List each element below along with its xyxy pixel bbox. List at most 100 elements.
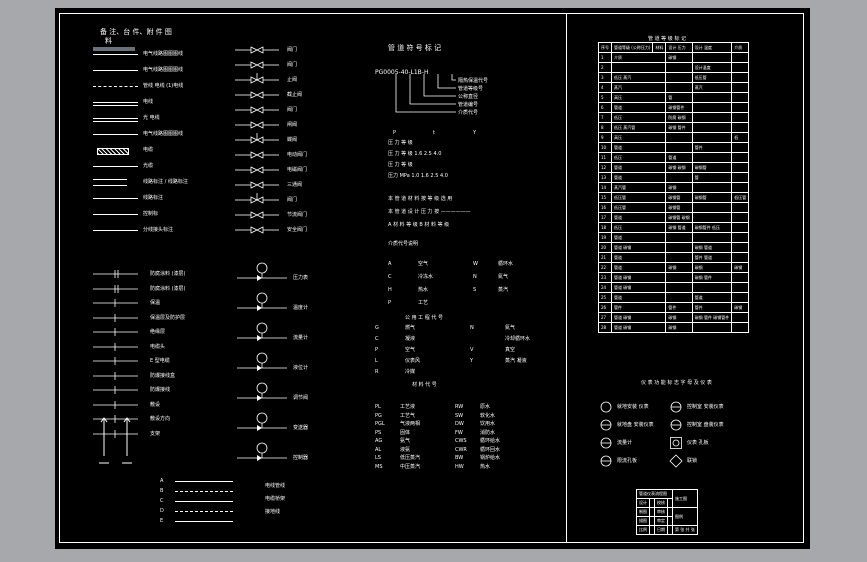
instrument-bubble-icon	[669, 454, 683, 468]
fitting-label: 绝缘层	[150, 329, 166, 335]
instrument-type-label: 控制室 安装仪表	[687, 404, 724, 410]
grade-table-cell: 管道	[610, 142, 667, 153]
medium-cell: 蒸汽	[498, 287, 509, 293]
material-cell: PG	[375, 412, 382, 419]
table-row: 1 介质 碳钢	[598, 52, 750, 63]
medium-cell: 循环水	[498, 261, 514, 267]
grade-table-cell	[665, 292, 693, 303]
grade-table-cell: 管道	[610, 212, 667, 223]
grade-table-cell: 碳钢管件	[665, 102, 693, 113]
grade-table-cell: 碳钢	[665, 312, 693, 323]
fitting-label: 支架	[150, 430, 161, 437]
material-cell: 中压蒸汽	[400, 463, 421, 470]
valve-icon	[235, 106, 279, 114]
line-type-label: 电气线路图图图线	[143, 67, 184, 73]
grade-table-cell: 15	[598, 192, 612, 203]
grade-table-cell	[665, 282, 693, 293]
grade-table-cell: 管件 管道	[691, 252, 733, 263]
mark-letter: B	[160, 488, 164, 494]
grade-table-cell: 碳钢 管道	[691, 242, 733, 253]
grade-table-cell	[731, 272, 750, 283]
grade-table-cell	[691, 182, 733, 193]
grade-table-cell: 碳钢	[731, 302, 750, 313]
utility-cell: 仪表风	[405, 358, 421, 364]
line-sample	[93, 134, 138, 135]
grade-table-cell: 蒸汽管	[610, 182, 667, 193]
fitting-label: 防爆接线盒	[150, 372, 176, 379]
utility-cell: G	[375, 325, 379, 331]
grade-table-cell	[665, 252, 693, 263]
grade-table-cell	[731, 52, 750, 63]
grade-table-cell: 碳钢 碳钢	[665, 162, 693, 173]
titleblock-project: 施工图	[672, 489, 698, 508]
utility-cell: 空气	[405, 347, 416, 353]
grade-table-cell: 27	[598, 312, 612, 323]
titleblock-cell: 审核	[654, 507, 668, 517]
table-row: 22 管道 碳钢 碳钢 碳钢	[598, 262, 750, 273]
pipe-code-label: 介质代号	[458, 110, 479, 116]
mark-letter: D	[160, 508, 164, 514]
instrument-bubble-icon	[670, 419, 682, 431]
medium-cell: W	[473, 261, 478, 267]
table-row: 20 管道 碳钢 碳钢 管道	[598, 242, 750, 253]
titleblock-drawing-title: 图例	[672, 507, 698, 526]
medium-cell: C	[388, 274, 392, 280]
grade-table-cell	[731, 292, 750, 303]
titleblock-company: 管道仪表流程图	[636, 489, 673, 499]
instrument-type-label: 就地安装 仪表	[617, 404, 649, 410]
grade-table-cell: 碳钢管	[691, 192, 733, 203]
grade-table-cell: 管件	[665, 302, 693, 313]
grade-table-cell: 碳钢 管件	[691, 272, 733, 283]
grade-table-cell	[731, 122, 750, 133]
grade-table-cell: 碳钢	[665, 52, 693, 63]
grade-table-cell: 碳钢管件 低压	[691, 222, 733, 233]
grade-table-cell: 管道 碳钢	[610, 312, 667, 323]
grade-table-header-cell: 序号	[598, 42, 612, 53]
grade-table-header-cell: 设计 温度	[691, 42, 733, 53]
pressure-note: 本 管 道 材 料 按 等 级 选 用	[388, 196, 453, 202]
grade-table-cell: 管道	[610, 262, 667, 273]
pressure-header: t	[433, 130, 435, 136]
valve-icon	[235, 46, 279, 54]
material-cell: PS	[375, 429, 382, 436]
table-row: 9 高压 低	[598, 132, 750, 143]
utility-cell: 燃气	[405, 325, 416, 331]
titleblock-cell: 日期	[654, 525, 668, 535]
grade-table-cell: 碳钢	[665, 262, 693, 273]
instrument-label: 变送器	[293, 425, 309, 431]
instrument-type-label: 联锁	[687, 458, 698, 464]
fitting-icon	[93, 386, 138, 394]
instrument-label: 液位计	[293, 365, 309, 371]
instrument-label: 流量计	[293, 335, 309, 341]
grade-table-cell	[731, 282, 750, 293]
grade-table-cell: 低压	[610, 152, 667, 163]
mark-line	[175, 481, 233, 482]
grade-table-cell: 防腐 碳钢	[665, 112, 693, 123]
grade-table-cell: 7	[598, 112, 612, 123]
instrument-type-label: 限流孔板	[617, 458, 638, 464]
mark-letter: C	[160, 498, 164, 504]
line-sample	[93, 118, 138, 119]
grade-table-cell	[691, 112, 733, 123]
grade-table-cell: 碳钢管 碳钢	[665, 212, 693, 223]
mark-label: 电线管线	[265, 483, 286, 489]
grade-table-cell: 5	[598, 92, 612, 103]
titleblock-cell: 设计	[636, 498, 650, 508]
utility-cell: L	[375, 358, 378, 364]
valve-icon	[235, 121, 279, 129]
grade-table-cell: 28	[598, 322, 612, 333]
fitting-label: 防腐涂料 (漆层)	[150, 285, 186, 292]
valve-label: 截止阀	[287, 92, 303, 98]
flow-arrow-icons	[99, 417, 132, 464]
grade-table-cell: 管道	[610, 162, 667, 173]
fitting-icon	[93, 270, 138, 278]
table-row: 2 设计温度	[598, 62, 750, 73]
line-sample	[93, 214, 138, 215]
valve-label: 阀门	[287, 62, 298, 68]
instrument-icon	[237, 322, 287, 341]
valve-label: 节流阀门	[287, 212, 308, 218]
grade-table-cell: 低压	[610, 112, 667, 123]
table-row: 27 管道 碳钢 碳钢 碳钢 管件 碳钢管件	[598, 312, 750, 323]
material-cell: LS	[375, 455, 381, 461]
titleblock-cell: 校核	[654, 498, 668, 508]
